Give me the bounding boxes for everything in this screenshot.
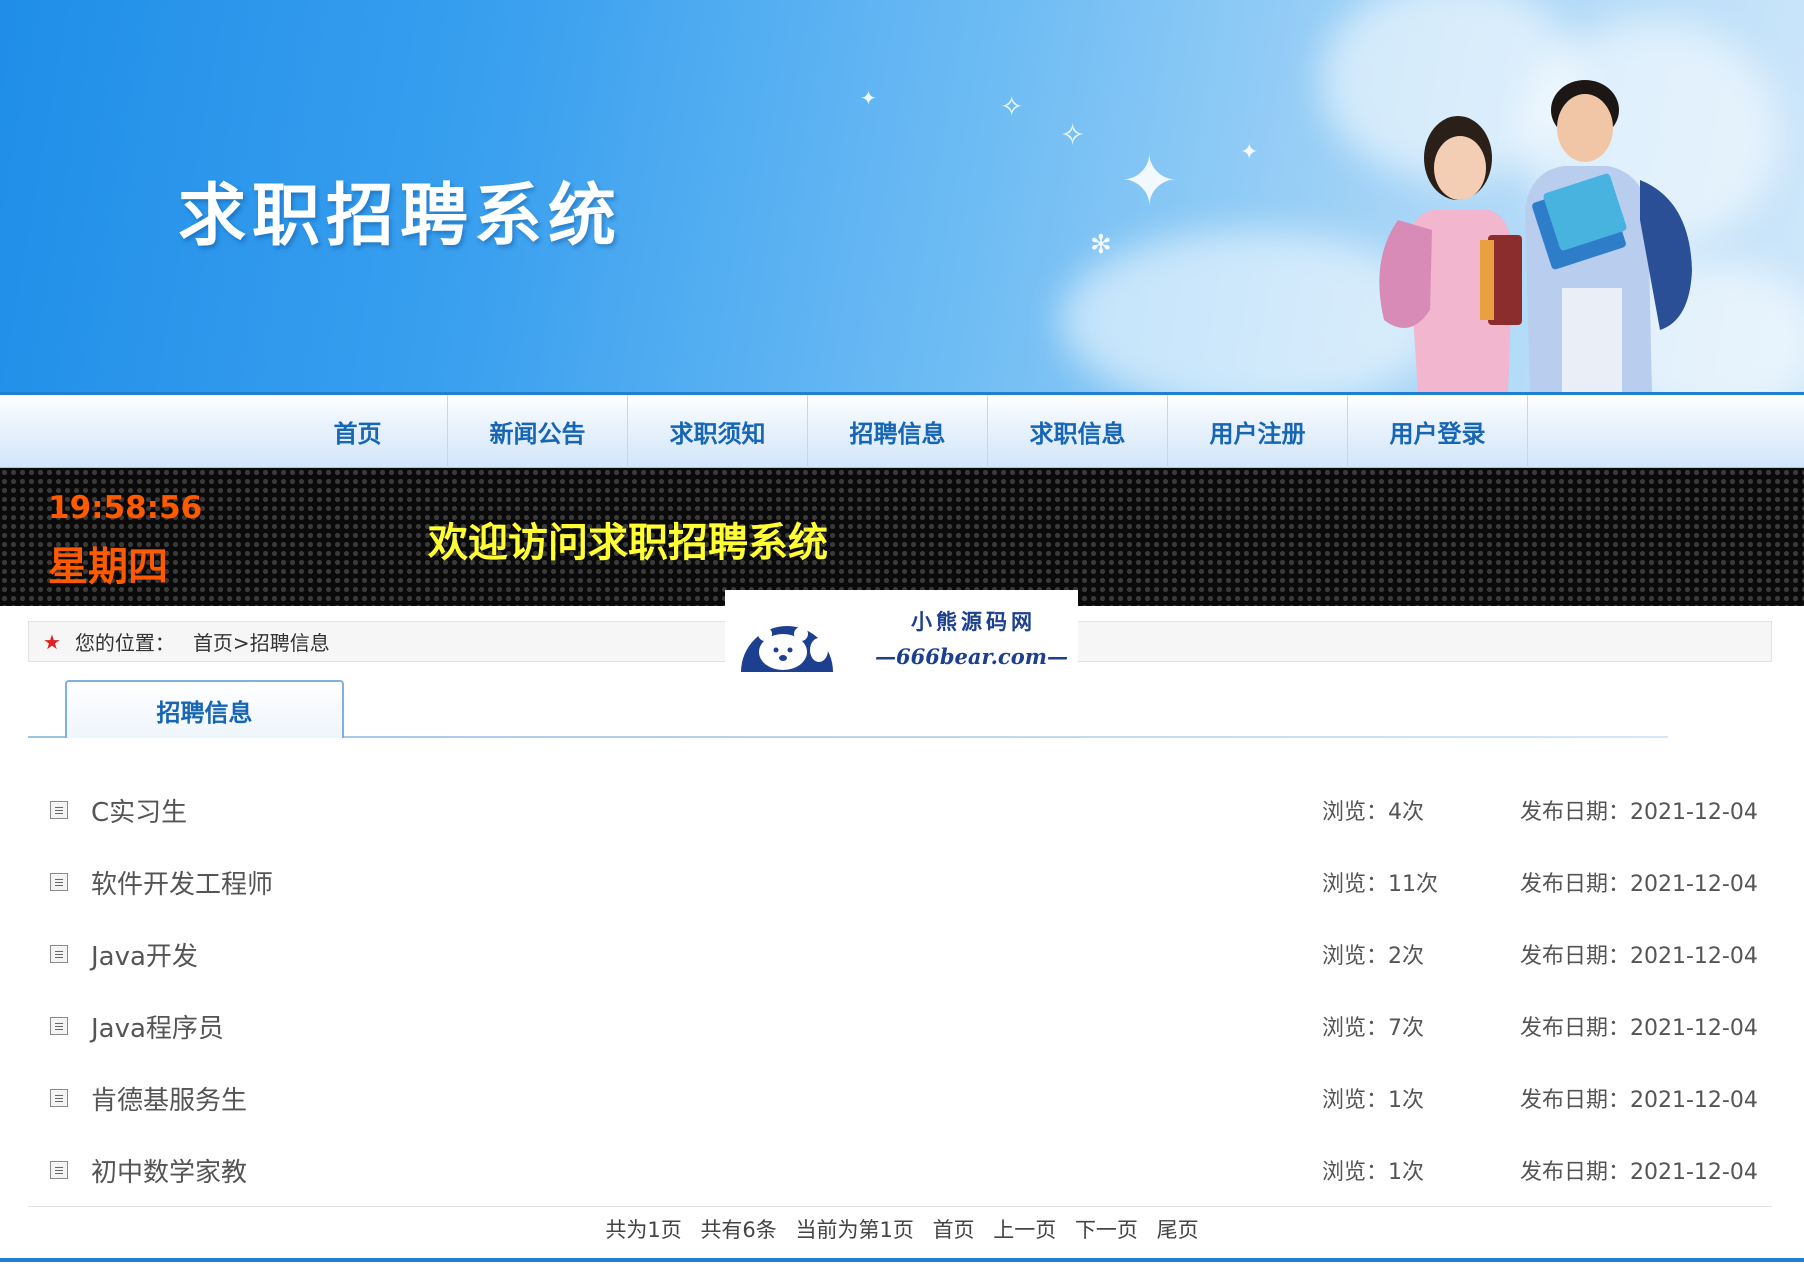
list-item[interactable]: Java开发 浏览：2次 发布日期：2021-12-04 (28, 918, 1772, 990)
list-item[interactable]: C实习生 浏览：4次 发布日期：2021-12-04 (28, 774, 1772, 846)
job-list: C实习生 浏览：4次 发布日期：2021-12-04 软件开发工程师 浏览：11… (28, 774, 1772, 1206)
pager-current-page: 当前为第1页 (795, 1218, 914, 1242)
pagination: 共为1页 共有6条 当前为第1页 首页 上一页 下一页 尾页 (0, 1214, 1804, 1244)
breadcrumb-label: 您的位置： (74, 631, 175, 655)
dandelion-icon: ✻ (1090, 230, 1112, 260)
job-views: 浏览：1次 (1322, 1160, 1424, 1185)
job-title[interactable]: C实习生 (91, 792, 187, 829)
document-icon (50, 1161, 68, 1179)
pager-last-link[interactable]: 尾页 (1157, 1218, 1199, 1242)
job-title[interactable]: 初中数学家教 (91, 1152, 247, 1189)
job-date: 发布日期：2021-12-04 (1520, 1160, 1758, 1185)
job-views: 浏览：7次 (1322, 1016, 1424, 1041)
star-icon: ✦ (1120, 140, 1179, 222)
nav-item-guide[interactable]: 求职须知 (628, 395, 808, 468)
document-icon (50, 1017, 68, 1035)
nav-item-login[interactable]: 用户登录 (1348, 395, 1528, 468)
watermark-logo: 小熊源码网 —666bear.com— (725, 590, 1078, 682)
breadcrumb-path[interactable]: 首页>招聘信息 (193, 627, 330, 656)
list-item[interactable]: Java程序员 浏览：7次 发布日期：2021-12-04 (28, 990, 1772, 1062)
document-icon (50, 801, 68, 819)
pager-total-pages: 共为1页 (605, 1218, 682, 1242)
watermark-url: —666bear.com— (875, 644, 1068, 669)
clock-weekday: 星期四 (48, 544, 168, 590)
pager-total-items: 共有6条 (700, 1218, 777, 1242)
main-nav: 首页 新闻公告 求职须知 招聘信息 求职信息 用户注册 用户登录 (0, 392, 1804, 468)
pager-first-link[interactable]: 首页 (933, 1218, 975, 1242)
list-divider (28, 1206, 1772, 1207)
sparkle-icon: ✧ (1060, 118, 1086, 153)
job-date: 发布日期：2021-12-04 (1520, 872, 1758, 897)
clock-time: 19:58:56 (48, 490, 203, 526)
sparkle-icon: ✦ (860, 86, 877, 110)
nav-item-home[interactable]: 首页 (268, 395, 448, 468)
job-date: 发布日期：2021-12-04 (1520, 944, 1758, 969)
job-title[interactable]: Java开发 (91, 936, 198, 973)
sparkle-icon: ✧ (1000, 90, 1024, 123)
bear-logo-icon (741, 626, 833, 672)
list-item[interactable]: 软件开发工程师 浏览：11次 发布日期：2021-12-04 (28, 846, 1772, 918)
list-item[interactable]: 初中数学家教 浏览：1次 发布日期：2021-12-04 (28, 1134, 1772, 1206)
sparkle-icon: ✦ (1240, 140, 1259, 165)
welcome-message: 欢迎访问求职招聘系统 (428, 520, 828, 566)
job-date: 发布日期：2021-12-04 (1520, 800, 1758, 825)
job-views: 浏览：4次 (1322, 800, 1424, 825)
tab-recruitment-info[interactable]: 招聘信息 (65, 680, 344, 738)
job-views: 浏览：1次 (1322, 1088, 1424, 1113)
site-title: 求职招聘系统 (178, 177, 623, 256)
job-title[interactable]: 软件开发工程师 (91, 864, 273, 901)
document-icon (50, 945, 68, 963)
nav-item-news[interactable]: 新闻公告 (448, 395, 628, 468)
job-date: 发布日期：2021-12-04 (1520, 1088, 1758, 1113)
footer-bar (0, 1258, 1804, 1262)
job-title[interactable]: 肯德基服务生 (91, 1080, 247, 1117)
job-date: 发布日期：2021-12-04 (1520, 1016, 1758, 1041)
job-views: 浏览：11次 (1322, 872, 1438, 897)
students-illustration (1379, 80, 1692, 392)
nav-item-register[interactable]: 用户注册 (1168, 395, 1348, 468)
watermark-name: 小熊源码网 (911, 609, 1036, 634)
header-banner: ✦ ✧ ✧ ✦ ✦ ✻ 求职招聘系统 (0, 0, 1804, 392)
job-title[interactable]: Java程序员 (91, 1008, 224, 1045)
document-icon (50, 1089, 68, 1107)
star-icon: ★ (43, 629, 61, 654)
led-ticker (0, 468, 1804, 606)
list-item[interactable]: 肯德基服务生 浏览：1次 发布日期：2021-12-04 (28, 1062, 1772, 1134)
nav-item-jobseeking[interactable]: 求职信息 (988, 395, 1168, 468)
pager-next-link[interactable]: 下一页 (1075, 1218, 1138, 1242)
job-views: 浏览：2次 (1322, 944, 1424, 969)
document-icon (50, 873, 68, 891)
pager-prev-link[interactable]: 上一页 (993, 1218, 1056, 1242)
nav-item-recruitment[interactable]: 招聘信息 (808, 395, 988, 468)
